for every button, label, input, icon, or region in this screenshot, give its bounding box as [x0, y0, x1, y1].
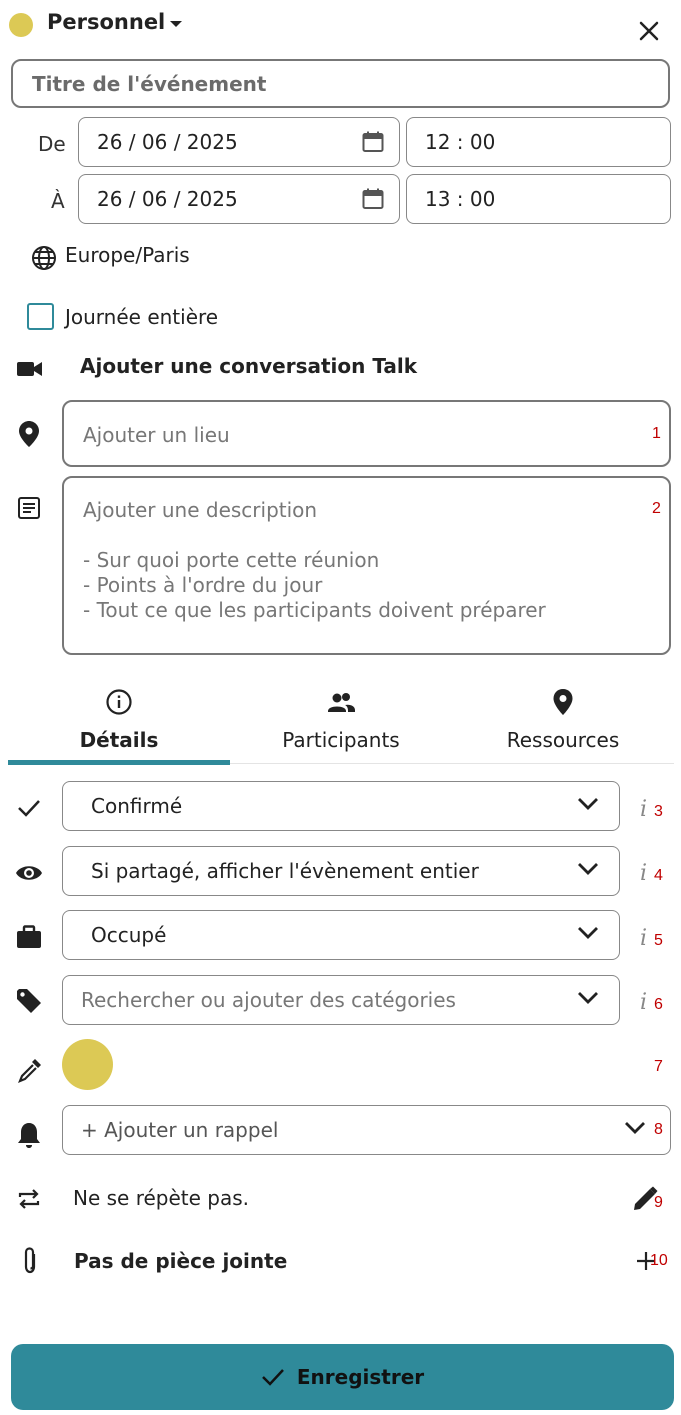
all-day-label[interactable]: Journée entière — [65, 305, 218, 329]
annotation-10: 10 — [650, 1252, 668, 1269]
all-day-checkbox[interactable] — [27, 303, 54, 330]
briefcase-icon — [16, 925, 42, 949]
end-time-input[interactable]: 13 : 00 — [406, 174, 671, 224]
end-time-value: 13 : 00 — [425, 187, 496, 211]
annotation-9: 9 — [654, 1194, 663, 1211]
start-date-input[interactable]: 26 / 06 / 2025 — [78, 117, 400, 167]
annotation-4: 4 — [654, 867, 663, 884]
calendar-color-dot — [9, 13, 33, 37]
info-glyph[interactable]: i — [640, 926, 647, 951]
end-date-value: 26 / 06 / 2025 — [97, 187, 238, 211]
chevron-down-icon — [577, 926, 599, 940]
tab-resources-label: Ressources — [506, 728, 620, 752]
description-placeholder-line: Ajouter une description — [83, 498, 318, 522]
chevron-down-icon — [577, 862, 599, 876]
save-button[interactable]: Enregistrer — [11, 1344, 674, 1410]
calendar-icon[interactable] — [361, 187, 385, 211]
tab-details[interactable]: Détails — [8, 686, 230, 764]
chevron-down-icon — [577, 991, 599, 1005]
repeat-icon — [17, 1187, 41, 1211]
location-pin-icon — [19, 421, 39, 447]
caret-down-icon[interactable] — [168, 19, 184, 29]
info-icon — [8, 688, 230, 716]
timezone-selector[interactable]: Europe/Paris — [65, 243, 190, 267]
start-time-input[interactable]: 12 : 00 — [406, 117, 671, 167]
event-title-input[interactable] — [11, 59, 670, 108]
globe-icon — [31, 245, 57, 271]
repeat-text: Ne se répète pas. — [73, 1186, 250, 1210]
annotation-5: 5 — [654, 932, 663, 949]
eyedropper-icon — [17, 1057, 43, 1083]
annotation-6: 6 — [654, 996, 663, 1013]
from-label: De — [38, 132, 66, 156]
tab-participants-label: Participants — [282, 728, 400, 752]
annotation-8: 8 — [654, 1121, 663, 1138]
location-placeholder: Ajouter un lieu — [83, 423, 230, 447]
categories-placeholder: Rechercher ou ajouter des catégories — [81, 988, 456, 1012]
paperclip-icon — [20, 1246, 40, 1276]
add-talk-conversation-button[interactable]: Ajouter une conversation Talk — [80, 354, 417, 378]
calendar-picker[interactable]: Personnel — [47, 10, 165, 34]
visibility-select[interactable]: Si partagé, afficher l'évènement entier — [62, 846, 620, 896]
annotation-7: 7 — [654, 1058, 663, 1075]
tab-details-label: Détails — [79, 728, 159, 752]
start-time-value: 12 : 00 — [425, 130, 496, 154]
description-placeholder-line: - Points à l'ordre du jour — [83, 573, 323, 597]
description-placeholder-line: - Tout ce que les participants doivent p… — [83, 598, 546, 622]
description-placeholder-line: - Sur quoi porte cette réunion — [83, 548, 380, 572]
start-date-value: 26 / 06 / 2025 — [97, 130, 238, 154]
checkmark-icon — [261, 1369, 284, 1386]
reminder-placeholder: + Ajouter un rappel — [81, 1118, 279, 1142]
end-date-input[interactable]: 26 / 06 / 2025 — [78, 174, 400, 224]
location-pin-icon — [452, 688, 674, 716]
annotation-1: 1 — [652, 425, 661, 442]
categories-select[interactable]: Rechercher ou ajouter des catégories — [62, 975, 620, 1025]
chevron-down-icon — [577, 797, 599, 811]
location-input[interactable]: Ajouter un lieu 1 — [62, 400, 671, 467]
status-select[interactable]: Confirmé — [62, 781, 620, 831]
availability-value: Occupé — [91, 923, 167, 947]
description-textarea[interactable]: Ajouter une description - Sur quoi porte… — [62, 476, 671, 655]
attachment-text: Pas de pièce jointe — [74, 1249, 288, 1273]
tag-icon — [16, 988, 42, 1014]
availability-select[interactable]: Occupé — [62, 910, 620, 960]
save-button-label: Enregistrer — [296, 1365, 425, 1389]
info-glyph[interactable]: i — [640, 990, 647, 1015]
info-glyph[interactable]: i — [640, 861, 647, 886]
bell-icon — [17, 1121, 41, 1149]
tab-resources[interactable]: Ressources — [452, 686, 674, 764]
video-camera-icon — [17, 360, 43, 378]
reminder-select[interactable]: + Ajouter un rappel — [62, 1105, 671, 1155]
calendar-icon[interactable] — [361, 130, 385, 154]
notes-icon — [17, 496, 41, 520]
to-label: À — [51, 189, 65, 213]
people-icon — [230, 688, 452, 716]
status-value: Confirmé — [91, 794, 183, 818]
eye-icon — [15, 863, 43, 883]
annotation-2: 2 — [652, 500, 661, 517]
visibility-value: Si partagé, afficher l'évènement entier — [91, 859, 479, 883]
event-color-swatch[interactable] — [62, 1039, 113, 1090]
info-glyph[interactable]: i — [640, 797, 647, 822]
chevron-down-icon — [624, 1121, 646, 1135]
active-tab-indicator — [8, 760, 230, 765]
tab-participants[interactable]: Participants — [230, 686, 452, 764]
annotation-3: 3 — [654, 803, 663, 820]
checkmark-icon — [17, 798, 41, 818]
close-icon[interactable] — [635, 17, 663, 45]
